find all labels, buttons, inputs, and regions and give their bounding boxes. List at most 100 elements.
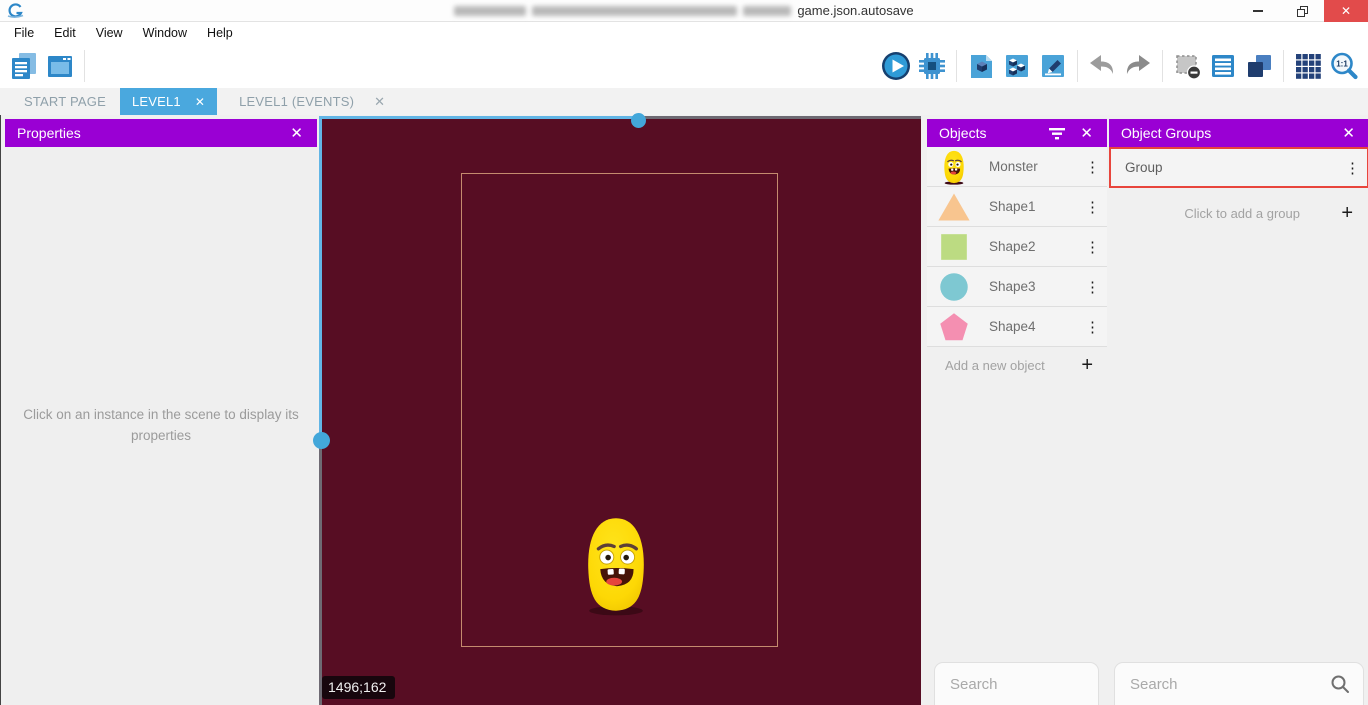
menu-view[interactable]: View	[86, 22, 133, 44]
undo-arrow-icon	[1086, 50, 1118, 82]
project-manager-icon	[8, 50, 40, 82]
object-menu-icon[interactable]: ⋮	[1079, 318, 1107, 336]
object-groups-header: Object Groups ✕	[1109, 119, 1368, 147]
zoom-1-1-icon: 1:1	[1328, 50, 1360, 82]
object-groups-close-icon[interactable]: ✕	[1340, 124, 1357, 142]
toolbar-separator	[1077, 50, 1078, 82]
redo-button[interactable]	[1121, 49, 1155, 83]
properties-empty-message: Click on an instance in the scene to dis…	[16, 405, 306, 447]
redacted-path-segment	[743, 6, 791, 16]
group-name: Group	[1111, 160, 1339, 175]
toolbar-separator	[1162, 50, 1163, 82]
layers-icon	[1243, 50, 1275, 82]
objects-header: Objects ✕	[927, 119, 1107, 147]
window-title: game.json.autosave	[454, 3, 913, 18]
object-menu-icon[interactable]: ⋮	[1079, 158, 1107, 176]
group-row[interactable]: Group ⋮	[1109, 147, 1368, 188]
object-name: Shape2	[981, 239, 1079, 254]
object-groups-panel: Object Groups ✕ Group ⋮ Click to add a g…	[1109, 119, 1368, 705]
shape4-thumbnail	[927, 312, 981, 342]
objects-list-button[interactable]	[1206, 49, 1240, 83]
menu-window[interactable]: Window	[133, 22, 197, 44]
debug-chip-icon	[916, 50, 948, 82]
layers-button[interactable]	[1242, 49, 1276, 83]
scene-canvas[interactable]: 1496;162	[319, 116, 921, 705]
redacted-path-segment	[454, 6, 526, 16]
tab-start-page[interactable]: START PAGE	[10, 88, 120, 115]
close-button[interactable]: ✕	[1324, 0, 1368, 22]
mask-minus-icon	[1171, 50, 1203, 82]
search-icon[interactable]	[1330, 674, 1350, 694]
add-object-icon	[965, 50, 997, 82]
group-menu-icon[interactable]: ⋮	[1339, 159, 1367, 177]
gdevelop-logo-icon	[6, 2, 26, 20]
tab-level1-events[interactable]: LEVEL1 (EVENTS)	[225, 88, 368, 115]
editor-tab-bar: START PAGE LEVEL1 ✕ LEVEL1 (EVENTS) ✕	[0, 88, 1368, 115]
object-name: Monster	[981, 159, 1079, 174]
toolbar-separator	[1283, 50, 1284, 82]
object-row-shape1[interactable]: Shape1 ⋮	[927, 187, 1107, 227]
preview-play-button[interactable]	[879, 49, 913, 83]
add-object-button[interactable]	[964, 49, 998, 83]
cursor-coordinates-badge: 1496;162	[322, 676, 395, 699]
canvas-hscrollbar-track[interactable]	[639, 116, 921, 119]
menu-edit[interactable]: Edit	[44, 22, 86, 44]
canvas-vscrollbar[interactable]	[319, 116, 322, 440]
tab-level1-close-icon[interactable]: ✕	[195, 95, 205, 109]
canvas-hscrollbar-handle[interactable]	[631, 113, 646, 128]
add-group-label: Click to add a group	[1109, 206, 1341, 221]
restore-icon	[1297, 6, 1308, 17]
object-menu-icon[interactable]: ⋮	[1079, 238, 1107, 256]
toolbar-right-group: 1:1	[878, 49, 1362, 83]
object-row-shape3[interactable]: Shape3 ⋮	[927, 267, 1107, 307]
object-row-monster[interactable]: Monster ⋮	[927, 147, 1107, 187]
properties-title: Properties	[17, 125, 81, 141]
minimize-icon	[1253, 10, 1263, 12]
window-controls: ✕	[1236, 0, 1368, 22]
groups-search-input[interactable]	[1130, 676, 1330, 693]
grid-icon	[1292, 50, 1324, 82]
objects-title: Objects	[939, 125, 986, 141]
objects-panel: Objects ✕	[927, 119, 1107, 705]
canvas-vscrollbar-handle[interactable]	[313, 432, 330, 449]
debug-button[interactable]	[915, 49, 949, 83]
object-row-shape4[interactable]: Shape4 ⋮	[927, 307, 1107, 347]
add-group-row[interactable]: Click to add a group +	[1109, 195, 1368, 231]
project-manager-button[interactable]	[7, 49, 41, 83]
edit-pencil-icon	[1037, 50, 1069, 82]
objects-close-icon[interactable]: ✕	[1078, 124, 1095, 142]
toolbar: 1:1	[0, 44, 1368, 88]
app-window: game.json.autosave ✕ File Edit View Wind…	[0, 0, 1368, 705]
monster-instance[interactable]	[579, 511, 653, 618]
tab-level1-events-close-icon[interactable]: ✕	[368, 88, 391, 115]
canvas-vscrollbar-track[interactable]	[319, 440, 322, 705]
properties-close-icon[interactable]: ✕	[288, 124, 305, 142]
main-area: Properties ✕ Click on an instance in the…	[0, 115, 1368, 705]
restore-button[interactable]	[1280, 0, 1324, 22]
grid-button[interactable]	[1291, 49, 1325, 83]
menu-bar: File Edit View Window Help	[0, 22, 1368, 44]
instances-list-button[interactable]	[1000, 49, 1034, 83]
tab-level1[interactable]: LEVEL1 ✕	[120, 88, 217, 115]
object-menu-icon[interactable]: ⋮	[1079, 278, 1107, 296]
filter-icon[interactable]	[1048, 126, 1066, 140]
object-menu-icon[interactable]: ⋮	[1079, 198, 1107, 216]
zoom-reset-button[interactable]: 1:1	[1327, 49, 1361, 83]
start-page-icon	[44, 50, 76, 82]
edit-scene-button[interactable]	[1036, 49, 1070, 83]
menu-file[interactable]: File	[4, 22, 44, 44]
object-row-shape2[interactable]: Shape2 ⋮	[927, 227, 1107, 267]
list-icon	[1207, 50, 1239, 82]
monster-thumbnail	[927, 149, 981, 185]
undo-button[interactable]	[1085, 49, 1119, 83]
minimize-button[interactable]	[1236, 0, 1280, 22]
canvas-hscrollbar[interactable]	[319, 116, 639, 119]
delete-selection-button[interactable]	[1170, 49, 1204, 83]
start-page-button[interactable]	[43, 49, 77, 83]
add-object-row[interactable]: Add a new object +	[927, 347, 1107, 383]
toolbar-separator	[84, 50, 85, 82]
title-bar: game.json.autosave ✕	[0, 0, 1368, 22]
menu-help[interactable]: Help	[197, 22, 243, 44]
shape2-thumbnail	[927, 233, 981, 261]
add-object-label: Add a new object	[945, 358, 1081, 373]
